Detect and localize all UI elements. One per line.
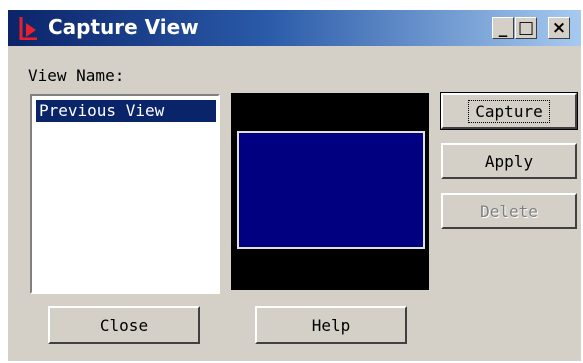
capture-button-label: Capture xyxy=(468,99,550,123)
minimize-button[interactable]: _ xyxy=(492,17,514,39)
close-button[interactable]: Close xyxy=(48,306,200,344)
capture-view-window: Capture View _ □ × View Name: Previous V… xyxy=(0,0,583,363)
help-button[interactable]: Help xyxy=(255,306,407,344)
view-name-label: View Name: xyxy=(28,66,124,85)
title-bar[interactable]: Capture View _ □ × xyxy=(8,10,581,46)
view-preview xyxy=(231,93,429,290)
maximize-button[interactable]: □ xyxy=(515,17,537,39)
view-preview-frame xyxy=(237,131,425,249)
window-title: Capture View xyxy=(48,15,199,39)
capture-button[interactable]: Capture xyxy=(440,92,578,130)
close-window-button[interactable]: × xyxy=(548,17,570,39)
view-name-label-text: View Name: xyxy=(28,66,125,85)
list-item-selected[interactable]: Previous View xyxy=(36,100,216,122)
apply-button[interactable]: Apply xyxy=(441,143,577,179)
capture-view-app-icon xyxy=(18,16,40,41)
views-listbox[interactable]: Previous View xyxy=(30,94,220,294)
delete-button[interactable]: Delete xyxy=(441,193,577,229)
